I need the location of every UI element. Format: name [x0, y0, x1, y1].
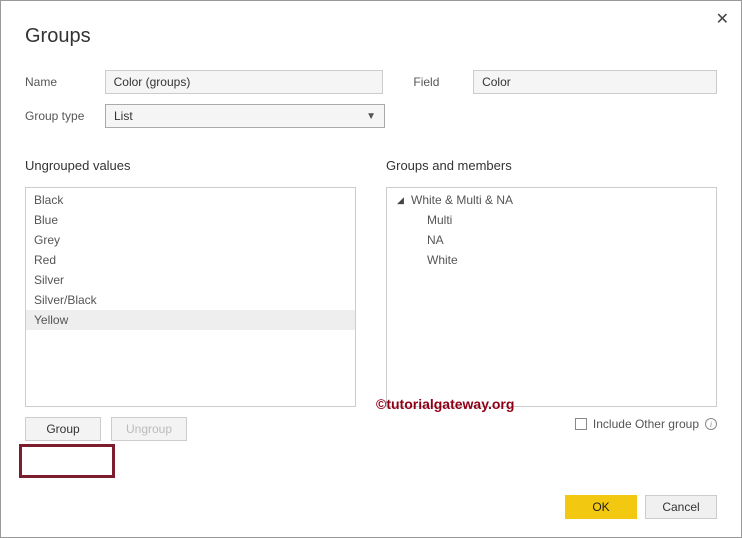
- group-member[interactable]: NA: [387, 230, 716, 250]
- include-other-checkbox[interactable]: [575, 418, 587, 430]
- list-item[interactable]: Red: [26, 250, 355, 270]
- groups-dialog: ✕ Groups Name Color (groups) Field Color…: [0, 0, 742, 538]
- group-member[interactable]: White: [387, 250, 716, 270]
- group-btn-row: Group Ungroup: [25, 417, 356, 441]
- grouptype-value: List: [114, 109, 133, 123]
- ungrouped-column: Ungrouped values BlackBlueGreyRedSilverS…: [25, 158, 356, 441]
- ungrouped-header: Ungrouped values: [25, 158, 356, 173]
- group-name-label: White & Multi & NA: [411, 193, 513, 207]
- list-item[interactable]: Grey: [26, 230, 355, 250]
- name-label: Name: [25, 75, 105, 89]
- include-other-label: Include Other group: [593, 417, 699, 431]
- list-item[interactable]: Black: [26, 190, 355, 210]
- ok-button[interactable]: OK: [565, 495, 637, 519]
- footer-buttons: OK Cancel: [565, 495, 717, 519]
- info-icon[interactable]: i: [705, 418, 717, 430]
- name-input-value: Color (groups): [114, 75, 191, 89]
- grouptype-select[interactable]: List ▼: [105, 104, 385, 128]
- field-label: Field: [413, 75, 473, 89]
- annotation-highlight: [19, 444, 115, 478]
- chevron-down-icon: ▼: [366, 111, 376, 122]
- watermark-text: ©tutorialgateway.org: [376, 396, 514, 412]
- grouptype-label: Group type: [25, 109, 105, 123]
- group-member[interactable]: Multi: [387, 210, 716, 230]
- expand-collapse-icon[interactable]: ◢: [397, 195, 405, 206]
- grouptype-row: Group type List ▼: [25, 104, 717, 128]
- groups-listbox[interactable]: ◢ White & Multi & NA MultiNAWhite: [386, 187, 717, 407]
- columns-wrap: Ungrouped values BlackBlueGreyRedSilverS…: [25, 158, 717, 441]
- dialog-title: Groups: [25, 25, 717, 48]
- list-item[interactable]: Blue: [26, 210, 355, 230]
- name-row: Name Color (groups) Field Color: [25, 70, 717, 94]
- include-other-row: Include Other group i: [386, 417, 717, 431]
- list-item[interactable]: Silver: [26, 270, 355, 290]
- group-node[interactable]: ◢ White & Multi & NA: [387, 190, 716, 210]
- close-icon[interactable]: ✕: [716, 9, 729, 29]
- field-input-value: Color: [482, 75, 511, 89]
- list-item[interactable]: Silver/Black: [26, 290, 355, 310]
- field-input[interactable]: Color: [473, 70, 717, 94]
- group-button[interactable]: Group: [25, 417, 101, 441]
- cancel-button[interactable]: Cancel: [645, 495, 717, 519]
- list-item[interactable]: Yellow: [26, 310, 355, 330]
- name-input[interactable]: Color (groups): [105, 70, 384, 94]
- ungroup-button: Ungroup: [111, 417, 187, 441]
- groups-header: Groups and members: [386, 158, 717, 173]
- ungrouped-listbox[interactable]: BlackBlueGreyRedSilverSilver/BlackYellow: [25, 187, 356, 407]
